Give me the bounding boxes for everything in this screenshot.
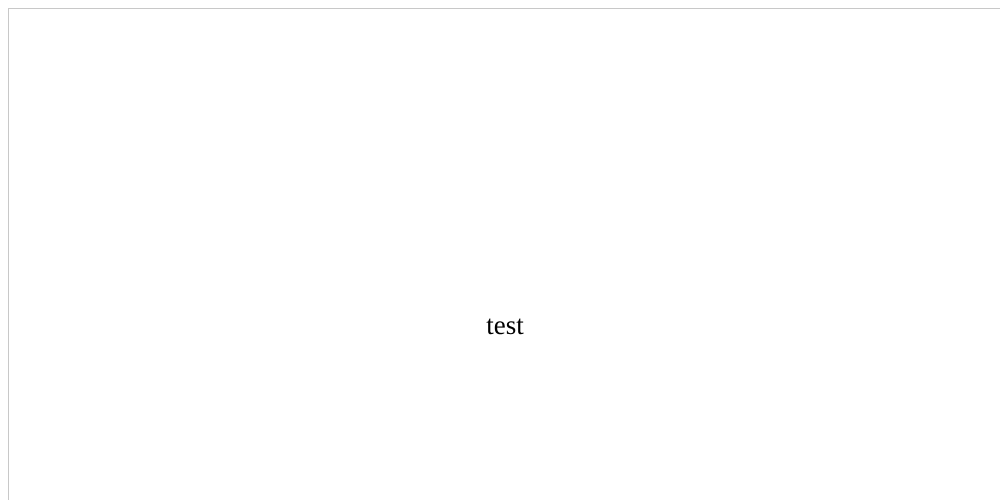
- content-frame: test: [8, 8, 1000, 500]
- center-text: test: [486, 310, 524, 340]
